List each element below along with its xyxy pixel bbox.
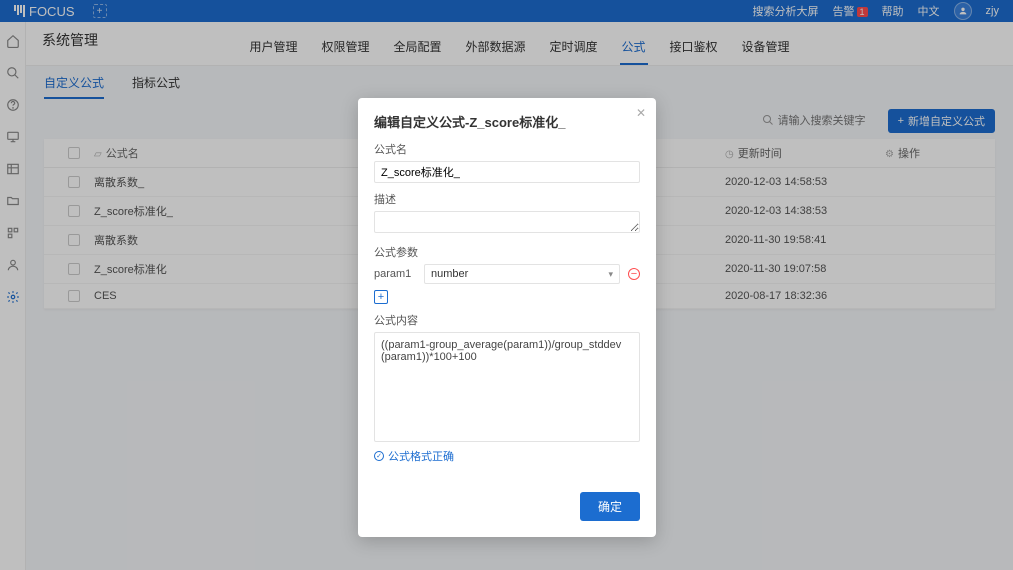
edit-formula-modal: ✕ 编辑自定义公式-Z_score标准化_ 公式名 描述 公式参数 param1… — [358, 98, 656, 537]
chevron-down-icon: ▾ — [608, 269, 613, 280]
formula-name-input[interactable] — [374, 161, 640, 183]
label-content: 公式内容 — [374, 312, 640, 328]
param-row: param1 number ▾ − — [374, 264, 640, 284]
close-icon[interactable]: ✕ — [636, 106, 646, 120]
label-name: 公式名 — [374, 141, 640, 157]
add-param-button[interactable]: + — [374, 290, 388, 304]
formula-desc-input[interactable] — [374, 211, 640, 233]
formula-content-input[interactable]: ((param1-group_average(param1))/group_st… — [374, 332, 640, 442]
check-icon: ✓ — [374, 451, 384, 461]
delete-param-icon[interactable]: − — [628, 268, 640, 280]
format-status: ✓ 公式格式正确 — [374, 448, 640, 464]
label-desc: 描述 — [374, 191, 640, 207]
label-params: 公式参数 — [374, 244, 640, 260]
modal-title: 编辑自定义公式-Z_score标准化_ — [374, 112, 640, 131]
confirm-button[interactable]: 确定 — [580, 492, 640, 521]
param-type-select[interactable]: number ▾ — [424, 264, 620, 284]
param-name: param1 — [374, 268, 416, 280]
